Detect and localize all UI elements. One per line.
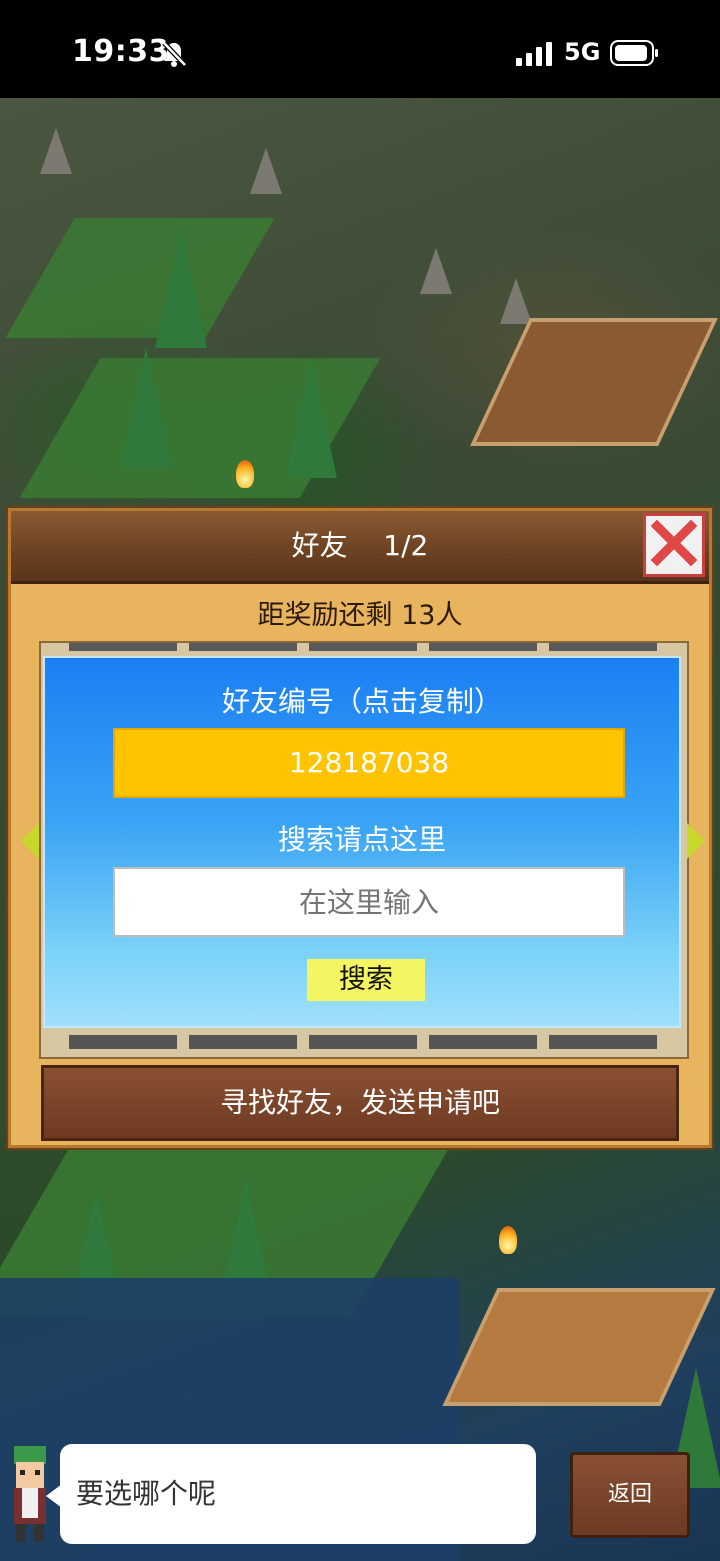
friend-id-copy-button[interactable]: 128187038 <box>113 728 625 798</box>
rock-decoration <box>250 148 282 194</box>
prev-page-arrow-icon[interactable] <box>21 823 39 859</box>
rock-decoration <box>420 248 452 294</box>
page-indicator: 1/2 <box>383 529 429 562</box>
search-hint-label: 搜索请点这里 <box>277 823 446 856</box>
friend-dialog: 好友 1/2 距奖励还剩 13人 好友编号（点击复制） 128187038 搜索… <box>8 508 712 1148</box>
clock-time: 19:33 <box>72 34 170 69</box>
campfire-icon <box>236 460 254 488</box>
tree-decoration <box>120 348 172 468</box>
tree-decoration <box>155 228 207 348</box>
card-tabs-bottom <box>69 1035 659 1049</box>
rock-decoration <box>500 278 532 324</box>
torch-icon <box>499 1226 517 1254</box>
card-tabs-top <box>69 643 659 651</box>
dialog-title: 好友 <box>291 529 348 562</box>
next-page-arrow-icon[interactable] <box>687 823 705 859</box>
send-request-button[interactable]: 寻找好友，发送申请吧 <box>41 1065 679 1141</box>
close-icon <box>650 519 698 570</box>
tree-decoration <box>285 358 337 478</box>
signal-bars-icon <box>516 42 554 70</box>
network-type: 5G <box>564 38 601 66</box>
advisor-speech-bubble: 要选哪个呢 <box>46 1444 536 1544</box>
bell-slash-icon <box>160 40 188 72</box>
friend-search-input[interactable] <box>113 867 625 937</box>
rock-decoration <box>40 128 72 174</box>
reward-remaining-text: 距奖励还剩 13人 <box>257 600 463 631</box>
friend-id-label: 好友编号（点击复制） <box>221 685 502 718</box>
dialog-title-bar: 好友 1/2 <box>11 511 709 584</box>
building-plot[interactable] <box>470 318 718 446</box>
status-bar: 19:33 5G <box>0 0 720 98</box>
battery-icon <box>610 40 660 70</box>
search-button[interactable]: 搜索 <box>307 959 425 1001</box>
close-button[interactable] <box>643 513 705 577</box>
friend-search-card: 好友编号（点击复制） 128187038 搜索请点这里 搜索 <box>43 656 681 1028</box>
back-button[interactable]: 返回 <box>570 1452 690 1538</box>
